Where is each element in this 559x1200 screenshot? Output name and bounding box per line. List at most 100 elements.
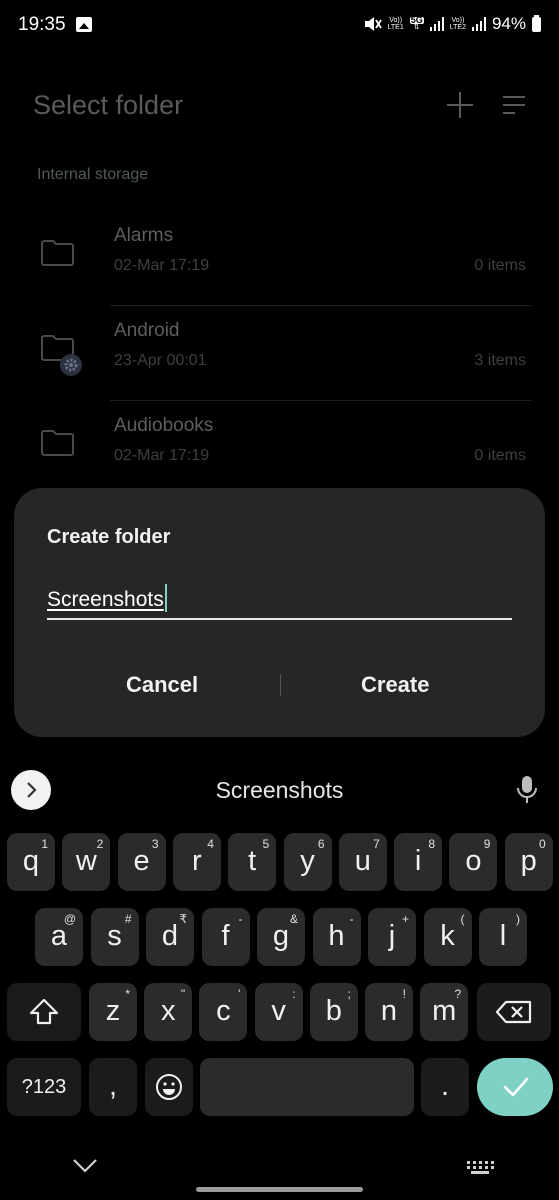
key-i[interactable]: i8 (394, 833, 443, 891)
key-h[interactable]: h- (312, 908, 361, 966)
key-n[interactable]: n! (365, 983, 413, 1041)
folder-icon (40, 429, 75, 457)
key-d[interactable]: d ₹ (146, 908, 194, 966)
folder-row-android[interactable]: Android 23-Apr 00:01 3 items (0, 306, 559, 401)
key-o[interactable]: o9 (449, 833, 498, 891)
key-hint: 8 (428, 837, 436, 851)
key-hint: 2 (96, 837, 104, 851)
key-hint: " (180, 987, 186, 1001)
key-hint: ; (347, 987, 351, 1001)
storage-label: Internal storage (37, 166, 149, 183)
key-b[interactable]: b; (309, 983, 358, 1041)
shift-key[interactable] (7, 983, 81, 1041)
key-w[interactable]: w2 (62, 833, 111, 891)
key-c[interactable]: c ' (199, 983, 248, 1041)
symbols-key[interactable]: ?123 (7, 1058, 81, 1116)
key-z[interactable]: z * (89, 983, 137, 1041)
cancel-button[interactable]: Cancel (126, 672, 198, 698)
period-key[interactable]: . (421, 1058, 469, 1116)
folder-date: 02-Mar 17:19 (114, 447, 210, 464)
page-title: Select folder (33, 90, 184, 120)
mic-icon[interactable] (516, 775, 538, 805)
key-hint: 9 (483, 837, 491, 851)
emoji-key[interactable] (145, 1058, 193, 1116)
sim1-indicator: Vo)) LTE1 (387, 17, 404, 31)
backspace-key[interactable] (477, 983, 551, 1041)
checkmark-icon (503, 1077, 529, 1097)
folder-count: 0 items (474, 447, 526, 464)
battery-percent: 94% (491, 14, 526, 33)
key-hint: 6 (317, 837, 325, 851)
keyboard: Screenshots q1w2e3r4t5y6u7i8o9p0 a @ s # d ₹ f… (0, 757, 559, 1200)
folder-name: Alarms (114, 225, 174, 246)
key-hint: 0 (539, 837, 546, 851)
folder-name-input-value: Screenshots (47, 588, 164, 611)
key-hint: & (289, 912, 298, 926)
folder-date: 02-Mar 17:19 (114, 257, 210, 274)
key-x[interactable]: x " (144, 983, 193, 1041)
comma-key[interactable]: , (89, 1058, 137, 1116)
folder-row-audiobooks[interactable]: Audiobooks 02-Mar 17:19 0 items (0, 401, 559, 496)
plus-icon[interactable] (447, 92, 473, 118)
folder-row-alarms[interactable]: Alarms 02-Mar 17:19 0 items (0, 211, 559, 306)
key-hint: ( (460, 912, 465, 926)
key-hint: 7 (373, 837, 380, 851)
key-hint: # (124, 912, 132, 926)
key-j[interactable]: j + (368, 908, 416, 966)
key-hint: : (292, 987, 296, 1001)
key-hint: 1 (41, 837, 48, 851)
key-l[interactable]: l) (479, 908, 527, 966)
mute-icon (364, 17, 382, 31)
key-p[interactable]: p0 (504, 833, 553, 891)
spacebar[interactable] (200, 1058, 414, 1116)
folder-name-input[interactable]: Screenshots (47, 584, 512, 620)
key-s[interactable]: s # (90, 908, 139, 966)
key-m[interactable]: m? (420, 983, 469, 1041)
gallery-notification-icon (76, 17, 92, 32)
create-button[interactable]: Create (361, 672, 429, 698)
folder-count: 3 items (474, 352, 526, 369)
dialog-title: Create folder (47, 526, 171, 548)
home-indicator[interactable] (196, 1187, 363, 1192)
emoji-icon (156, 1074, 182, 1100)
folder-picker-screen: Select folder Internal storage Alarms 02… (0, 52, 559, 492)
folder-icon (40, 239, 75, 267)
key-k[interactable]: k( (423, 908, 472, 966)
key-v[interactable]: v: (254, 983, 303, 1041)
key-hint: 4 (207, 837, 214, 851)
sim2-indicator: Vo)) LTE2 (449, 17, 466, 31)
sort-icon[interactable] (503, 95, 525, 115)
folder-date: 23-Apr 00:01 (114, 352, 207, 369)
key-hint: * (125, 987, 130, 1001)
signal-1-icon (429, 17, 444, 31)
hide-keyboard-chevron-icon[interactable] (72, 1158, 98, 1174)
key-e[interactable]: e3 (117, 833, 166, 891)
key-hint: ' (238, 987, 241, 1001)
key-a[interactable]: a @ (35, 908, 83, 966)
key-q[interactable]: q1 (7, 833, 55, 891)
key-r[interactable]: r4 (172, 833, 221, 891)
key-y[interactable]: y6 (283, 833, 332, 891)
key-hint: @ (63, 912, 76, 926)
folder-name: Android (114, 320, 180, 341)
enter-done-key[interactable] (477, 1058, 553, 1116)
key-t[interactable]: t5 (228, 833, 277, 891)
word-suggestion[interactable]: Screenshots (0, 777, 559, 804)
key-hint: - (238, 912, 243, 926)
key-f[interactable]: f- (201, 908, 250, 966)
key-g[interactable]: g & (257, 908, 305, 966)
system-folder-gear-icon (60, 354, 82, 376)
key-u[interactable]: u7 (338, 833, 387, 891)
key-hint: 3 (151, 837, 159, 851)
folder-count: 0 items (474, 257, 526, 274)
key-hint: 5 (262, 837, 270, 851)
key-hint: + (401, 912, 409, 926)
button-divider (280, 674, 281, 696)
key-hint: ) (516, 912, 520, 926)
text-caret (164, 584, 167, 612)
keyboard-switch-icon[interactable] (466, 1160, 494, 1176)
status-bar: 19:35 Vo)) LTE1 5G ⇅ Vo)) LTE2 94% (0, 0, 559, 52)
create-folder-dialog: Create folder Screenshots Cancel Create (14, 488, 545, 737)
status-icons: Vo)) LTE1 5G ⇅ Vo)) LTE2 94% (364, 14, 541, 34)
signal-2-icon (471, 17, 486, 31)
